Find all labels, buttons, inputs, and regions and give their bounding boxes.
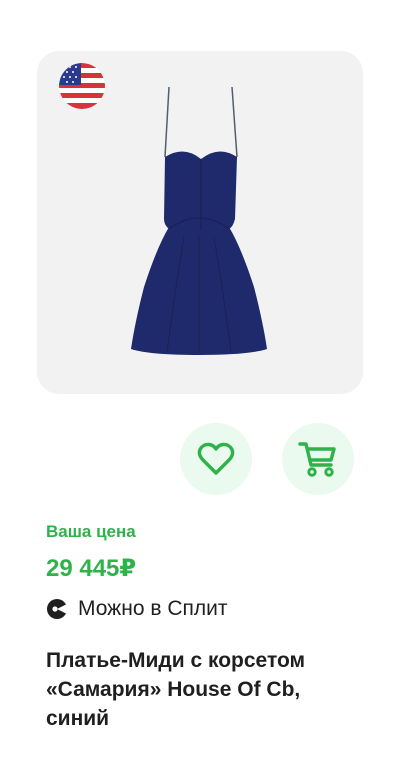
split-installments[interactable]: Можно в Сплит	[46, 597, 227, 621]
price-value: 29 445₽	[46, 555, 137, 582]
cart-icon	[298, 442, 336, 477]
add-to-cart-button[interactable]	[282, 423, 354, 495]
usa-flag-icon	[59, 63, 105, 109]
product-image-card[interactable]	[37, 51, 363, 394]
product-image	[129, 86, 269, 357]
split-label: Можно в Сплит	[78, 597, 228, 620]
heart-icon	[197, 442, 235, 475]
split-icon	[47, 599, 68, 619]
favorite-button[interactable]	[180, 423, 252, 495]
product-title[interactable]: Платье-Миди с корсетом «Самария» House O…	[46, 646, 346, 733]
price-label: Ваша цена	[46, 522, 136, 541]
